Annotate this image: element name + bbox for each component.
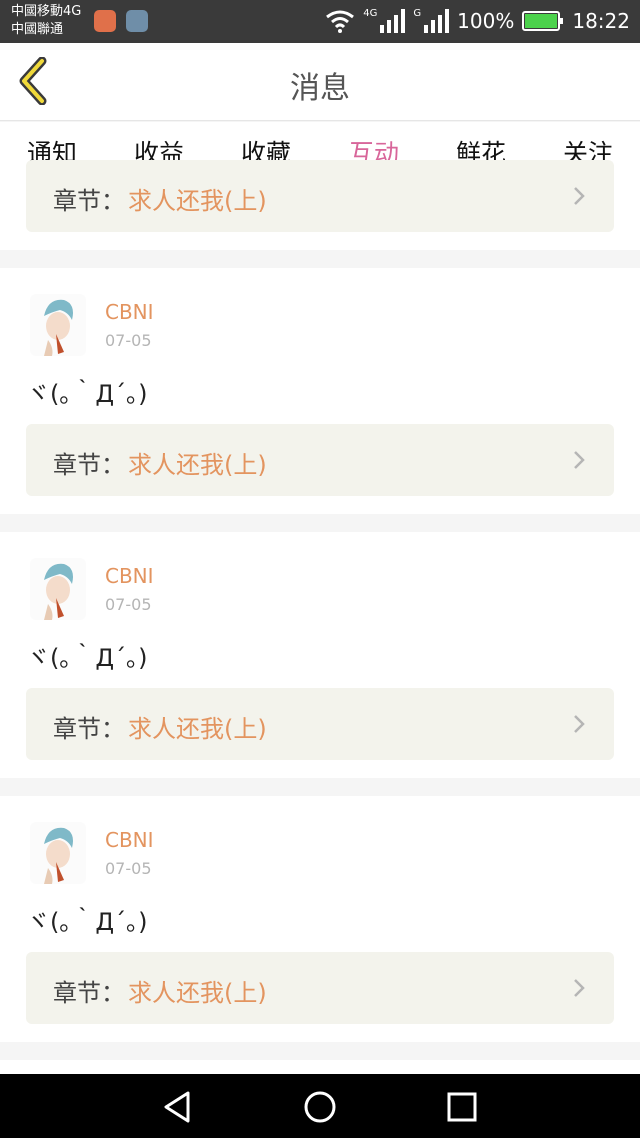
username[interactable]: CBNI — [105, 564, 154, 588]
chapter-title: 求人还我(上) — [128, 451, 267, 479]
battery-icon — [522, 11, 564, 31]
square-recents-icon[interactable] — [442, 1087, 482, 1127]
message-card: CBNI 07-05 ヾ(｡｀Д´｡) 章节： 求人还我(上) — [0, 532, 640, 778]
avatar[interactable] — [30, 558, 86, 620]
message-text: ヾ(｡｀Д´｡) — [26, 380, 148, 408]
avatar-image — [30, 294, 86, 356]
carrier-2: 中國聯通 — [11, 22, 64, 37]
status-bar: 中國移動4G 中國聯通 4G G 100% 18:22 — [0, 0, 640, 43]
chapter-link[interactable]: 章节： 求人还我(上) — [26, 160, 614, 232]
network-type-4g: 4G — [363, 7, 378, 19]
chapter-label: 章节： — [53, 451, 125, 479]
chevron-right-icon — [574, 715, 585, 733]
app-header: 消息 — [0, 43, 640, 121]
notification-app-icon — [94, 10, 116, 32]
username[interactable]: CBNI — [105, 828, 154, 852]
carrier-info: 中國移動4G 中國聯通 — [11, 3, 81, 39]
triangle-back-icon[interactable] — [158, 1087, 198, 1127]
chapter-label: 章节： — [53, 715, 125, 743]
message-text: ヾ(｡｀Д´｡) — [26, 908, 148, 936]
avatar-image — [30, 822, 86, 884]
chapter-label: 章节： — [53, 979, 125, 1007]
chevron-right-icon — [574, 979, 585, 997]
chevron-right-icon — [574, 187, 585, 205]
username[interactable]: CBNI — [105, 300, 154, 324]
avatar[interactable] — [30, 294, 86, 356]
chapter-label: 章节： — [53, 187, 125, 215]
network-type-g: G — [413, 7, 422, 19]
avatar-image — [30, 558, 86, 620]
signal-icon — [380, 9, 406, 33]
battery-percent: 100% — [457, 9, 515, 33]
chapter-link[interactable]: 章节： 求人还我(上) — [26, 688, 614, 760]
message-card: CBNI 07-05 ヾ(｡｀Д´｡) 章节： 求人还我(上) — [0, 268, 640, 514]
avatar[interactable] — [30, 822, 86, 884]
signal-icon-2 — [424, 9, 450, 33]
clock: 18:22 — [572, 9, 630, 33]
system-nav-bar — [0, 1074, 640, 1138]
message-text: ヾ(｡｀Д´｡) — [26, 644, 148, 672]
chevron-right-icon — [574, 451, 585, 469]
message-card: CBNI 07-05 ヾ(｡｀Д´｡) 章节： 求人还我(上) — [0, 796, 640, 1042]
carrier-1: 中國移動4G — [11, 4, 82, 19]
wifi-icon — [326, 10, 355, 33]
chapter-link[interactable]: 章节： 求人还我(上) — [26, 424, 614, 496]
chapter-title: 求人还我(上) — [128, 715, 267, 743]
page-title: 消息 — [290, 71, 350, 106]
chapter-title: 求人还我(上) — [128, 979, 267, 1007]
message-date: 07-05 — [105, 595, 152, 614]
message-date: 07-05 — [105, 859, 152, 878]
message-date: 07-05 — [105, 331, 152, 350]
gallery-notification-icon — [126, 10, 148, 32]
circle-home-icon[interactable] — [300, 1087, 340, 1127]
chapter-link[interactable]: 章节： 求人还我(上) — [26, 952, 614, 1024]
message-card-partial: 章节： 求人还我(上) — [0, 160, 640, 250]
chapter-title: 求人还我(上) — [128, 187, 267, 215]
message-card-next — [0, 1060, 640, 1074]
